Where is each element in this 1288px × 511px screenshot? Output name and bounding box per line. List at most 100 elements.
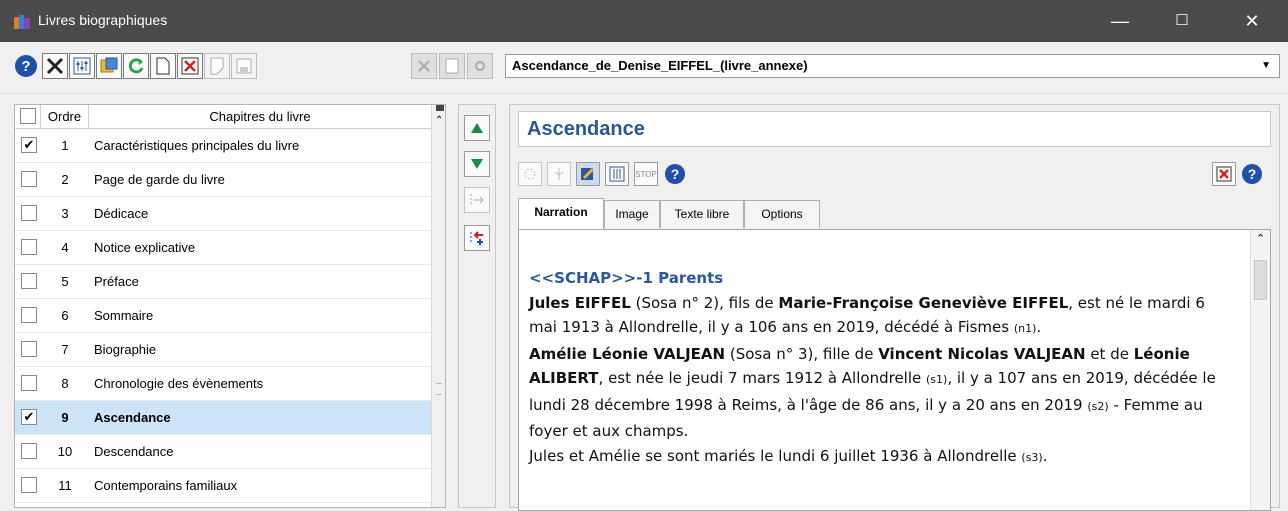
chapter-checkbox[interactable]: ✔ <box>21 409 37 425</box>
book-settings-button[interactable] <box>467 53 493 79</box>
generate-button[interactable] <box>518 162 542 186</box>
narration-text: <<SCHAP>>-1 Parents Jules EIFFEL (Sosa n… <box>529 266 1235 470</box>
chapters-column-header[interactable]: Chapitres du livre <box>89 105 431 128</box>
close-button[interactable]: ✕ <box>1229 0 1275 42</box>
edit-text-button[interactable] <box>576 162 600 186</box>
tools-icon <box>46 57 64 75</box>
text-run: . <box>1042 446 1048 465</box>
note-ref[interactable]: (n1) <box>1014 322 1037 335</box>
move-up-button[interactable] <box>464 115 490 141</box>
help-button[interactable]: ? <box>13 53 39 79</box>
chapter-label: Caractéristiques principales du livre <box>94 138 300 153</box>
delete-button[interactable] <box>177 53 203 79</box>
svg-text:?: ? <box>671 166 680 182</box>
export-icon <box>100 57 118 73</box>
chapter-order: 4 <box>61 240 69 255</box>
narration-text-area[interactable]: <<SCHAP>>-1 Parents Jules EIFFEL (Sosa n… <box>518 229 1271 511</box>
chapter-row[interactable]: 2 Page de garde du livre <box>15 163 431 197</box>
trash-icon[interactable] <box>433 104 446 112</box>
scroll-thumb[interactable] <box>1254 260 1267 300</box>
chapter-row[interactable]: 5 Préface <box>15 265 431 299</box>
chapter-checkbox[interactable] <box>21 205 37 221</box>
sparkle-icon <box>524 168 536 180</box>
chapter-row[interactable]: 11 Contemporains familiaux <box>15 469 431 503</box>
settings-button[interactable] <box>69 53 95 79</box>
chapter-row[interactable]: 4 Notice explicative <box>15 231 431 265</box>
chapter-help-button[interactable]: ? <box>663 162 687 186</box>
stop-button[interactable]: STOP <box>634 162 658 186</box>
toolbar: ? Ascendance_de_Denise_EIFFEL_(livre_ann… <box>0 42 1288 94</box>
chapter-order: 2 <box>61 172 69 187</box>
document-corner-icon <box>210 57 224 75</box>
book-select-value: Ascendance_de_Denise_EIFFEL_(livre_annex… <box>512 58 808 73</box>
paragraph-marriage: Jules et Amélie se sont mariés le lundi … <box>529 444 1235 471</box>
chapter-order: 10 <box>57 444 73 459</box>
help-icon: ? <box>15 55 37 77</box>
export-button[interactable] <box>96 53 122 79</box>
source-ref[interactable]: (s2) <box>1087 400 1108 413</box>
chapter-label: Contemporains familiaux <box>94 478 238 493</box>
tab-options[interactable]: Options <box>744 200 820 228</box>
chapter-row[interactable]: 6 Sommaire <box>15 299 431 333</box>
chapter-row[interactable]: 7 Biographie <box>15 333 431 367</box>
help-icon: ? <box>665 164 685 184</box>
text-run: , est née le jeudi 7 mars 1912 à Allondr… <box>598 369 926 387</box>
save-button[interactable] <box>231 53 257 79</box>
chapter-checkbox[interactable] <box>21 307 37 323</box>
tools-button[interactable] <box>42 53 68 79</box>
refresh-button[interactable] <box>123 53 149 79</box>
new-document-button[interactable] <box>150 53 176 79</box>
tab-narration[interactable]: Narration <box>518 198 604 229</box>
chapter-checkbox[interactable] <box>21 239 37 255</box>
tree-button[interactable] <box>547 162 571 186</box>
chapter-row[interactable]: 3 Dédicace <box>15 197 431 231</box>
move-down-button[interactable] <box>464 151 490 177</box>
header-checkbox-cell <box>15 105 41 128</box>
person-name: Amélie Léonie VALJEAN <box>529 344 726 363</box>
chapter-info-button[interactable]: ? <box>1240 162 1264 186</box>
insert-button[interactable] <box>464 225 490 251</box>
tab-image[interactable]: Image <box>604 200 660 228</box>
tab-texte-libre[interactable]: Texte libre <box>660 200 744 228</box>
chapter-checkbox[interactable]: ✔ <box>21 137 37 153</box>
scroll-up-icon[interactable]: ⌃ <box>435 115 443 126</box>
select-all-checkbox[interactable] <box>20 108 36 124</box>
chapter-checkbox[interactable] <box>21 477 37 493</box>
chapter-label: Préface <box>94 274 139 289</box>
chapter-label: Biographie <box>94 342 157 357</box>
narration-scrollbar[interactable]: ⌃ <box>1250 230 1270 510</box>
source-ref[interactable]: (s3) <box>1021 451 1042 464</box>
remove-book-button[interactable] <box>411 53 437 79</box>
chapter-checkbox[interactable] <box>21 443 37 459</box>
text-run: et de <box>1085 344 1134 363</box>
chapter-row[interactable]: 10 Descendance <box>15 435 431 469</box>
chapter-checkbox[interactable] <box>21 375 37 391</box>
subchapter-heading: <<SCHAP>>-1 Parents <box>529 269 724 287</box>
sliders-icon <box>73 57 91 75</box>
chapter-checkbox[interactable] <box>21 341 37 357</box>
chapter-checkbox[interactable] <box>21 171 37 187</box>
chapter-editor: Ascendance STOP ? ? Narration Image Text… <box>509 104 1280 511</box>
chapter-row[interactable]: ✔ 1 Caractéristiques principales du livre <box>15 129 431 163</box>
chapter-row[interactable]: ✔ 9 Ascendance <box>15 401 431 435</box>
book-save-button[interactable] <box>439 53 465 79</box>
svg-text:?: ? <box>21 58 30 75</box>
tree-icon <box>554 168 564 180</box>
chapters-scrollbar[interactable]: ⌃ <box>431 104 446 507</box>
source-ref[interactable]: (s1) <box>926 373 947 386</box>
text-run: (Sosa n° 3), fille de <box>725 344 879 363</box>
delete-icon <box>181 57 199 75</box>
chapter-checkbox[interactable] <box>21 273 37 289</box>
close-document-button[interactable] <box>204 53 230 79</box>
chapter-settings-button[interactable] <box>605 162 629 186</box>
maximize-button[interactable]: ☐ <box>1159 0 1205 42</box>
order-column-header[interactable]: Ordre <box>41 105 89 128</box>
scroll-up-icon[interactable]: ⌃ <box>1256 232 1265 245</box>
remove-chapter-button[interactable] <box>1212 162 1236 186</box>
scroll-thumb[interactable] <box>436 383 442 395</box>
minimize-button[interactable]: — <box>1097 0 1143 42</box>
indent-icon <box>470 194 484 206</box>
book-select[interactable]: Ascendance_de_Denise_EIFFEL_(livre_annex… <box>505 54 1280 78</box>
chapter-row[interactable]: 8 Chronologie des évènements <box>15 367 431 401</box>
indent-button[interactable] <box>464 187 490 213</box>
